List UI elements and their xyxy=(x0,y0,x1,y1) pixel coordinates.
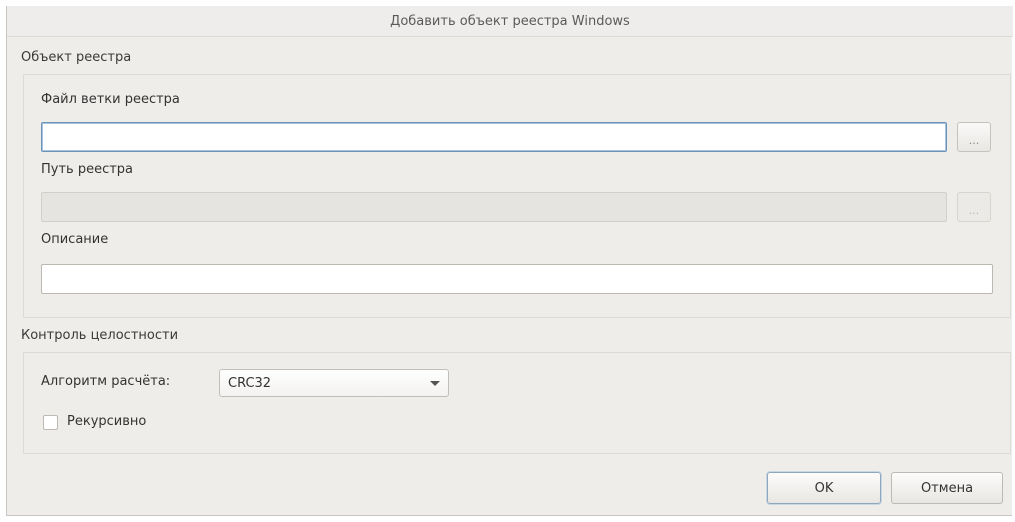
dialog-title: Добавить объект реестра Windows xyxy=(390,13,630,29)
recursive-label[interactable]: Рекурсивно xyxy=(67,414,146,429)
registry-path-label: Путь реестра xyxy=(41,162,134,177)
cancel-button-label: Отмена xyxy=(920,480,974,496)
cancel-button[interactable]: Отмена xyxy=(891,472,1003,504)
ok-button-label: OK xyxy=(814,480,834,496)
algorithm-label: Алгоритм расчёта: xyxy=(41,374,171,389)
dialog-titlebar[interactable]: Добавить объект реестра Windows xyxy=(7,6,1013,37)
integrity-control-section-title: Контроль целостности xyxy=(21,328,179,343)
description-label: Описание xyxy=(41,232,109,247)
hive-file-input[interactable] xyxy=(41,122,947,152)
add-registry-object-dialog: Добавить объект реестра Windows Объект р… xyxy=(6,6,1013,516)
registry-path-input xyxy=(41,192,947,222)
dropdown-arrow-icon xyxy=(430,381,440,386)
description-input[interactable] xyxy=(41,264,993,294)
integrity-control-group xyxy=(23,352,1011,454)
algorithm-select[interactable]: CRC32 xyxy=(219,369,449,397)
registry-path-browse-button: ... xyxy=(957,192,991,222)
ellipsis-icon: ... xyxy=(968,203,980,217)
recursive-checkbox[interactable] xyxy=(43,415,58,430)
ellipsis-icon: ... xyxy=(968,133,980,147)
ok-button[interactable]: OK xyxy=(767,472,881,504)
registry-object-section-title: Объект реестра xyxy=(21,50,132,65)
algorithm-selected-value: CRC32 xyxy=(228,375,272,391)
hive-file-label: Файл ветки реестра xyxy=(41,92,180,107)
hive-file-browse-button[interactable]: ... xyxy=(957,122,991,152)
